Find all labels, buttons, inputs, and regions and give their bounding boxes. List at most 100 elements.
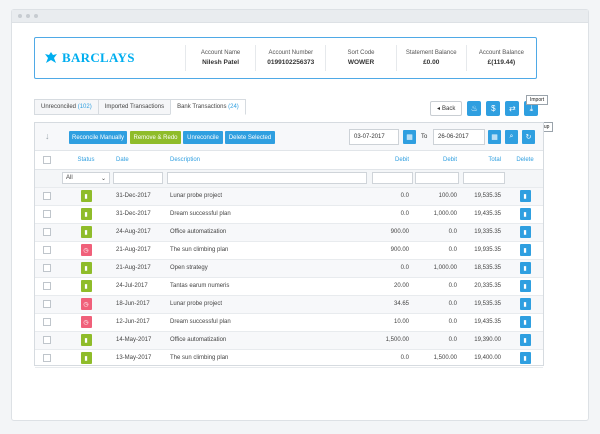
row-total: 18,535.35 [463,259,507,278]
row-delete-cell: ▮ [507,331,543,350]
clock-icon[interactable]: ◷ [80,316,92,328]
chevron-left-icon: ◂ [437,106,441,112]
table-row[interactable]: ▮ 24-Jul-2017 Tantas earum numeris 20.00 0.0… [35,277,543,296]
row-debit-1: 0.0 [372,349,415,368]
col-date[interactable]: Date [113,151,167,170]
tab-label: Unreconciled [41,104,77,110]
row-debit-2: 1,000.00 [415,259,463,278]
row-delete-cell: ▮ [507,259,543,278]
back-label: Back [442,105,456,112]
table-row[interactable]: ▮ 24-Aug-2017 Office automatization 900.00 0… [35,223,543,242]
remove-redo-button[interactable]: Remove & Redo [130,131,181,144]
trash-icon[interactable]: ▮ [519,226,531,238]
trash-icon[interactable]: ▮ [519,352,531,364]
money-bag-button[interactable]: $ [486,101,501,116]
trash-icon[interactable]: ▮ [519,262,531,274]
document-icon[interactable]: ▮ [80,262,92,274]
row-status-cell: ▮ [59,223,113,242]
row-total: 20,335.35 [463,277,507,296]
search-button[interactable]: ⌕ [505,130,518,144]
trash-icon[interactable]: ▮ [519,298,531,310]
row-date: 24-Jul-2017 [113,277,167,296]
table-row[interactable]: ◷ 12-Jun-2017 Dream successful plan 10.00 0.… [35,313,543,332]
table-row[interactable]: ▮ 31-Dec-2017 Dream successful plan 0.0 1,00… [35,205,543,224]
date-from-input[interactable]: 03-07-2017 [349,129,399,145]
document-icon[interactable]: ▮ [80,208,92,220]
document-icon[interactable]: ▮ [80,190,92,202]
col-debit-2[interactable]: Debit [415,151,463,170]
table-row[interactable]: ▮ 13-May-2017 The sun climbing plan 0.0 1,50… [35,349,543,368]
document-icon[interactable]: ▮ [80,352,92,364]
document-icon[interactable]: ▮ [80,334,92,346]
table-row[interactable]: ▮ 31-Dec-2017 Lunar probe project 0.0 100.00… [35,187,543,206]
document-icon[interactable]: ▮ [80,280,92,292]
col-description[interactable]: Description [167,151,372,170]
window-dot [18,14,22,18]
back-button[interactable]: ◂ Back [430,101,463,116]
row-checkbox[interactable] [43,210,51,218]
col-status[interactable]: Status [59,151,113,170]
date-filter-input[interactable] [113,172,163,184]
eagle-icon [45,52,57,63]
trash-icon[interactable]: ▮ [519,334,531,346]
row-select-cell [35,259,59,278]
reconcile-manually-button[interactable]: Reconcile Manually [69,131,127,144]
row-debit-2: 0.0 [415,313,463,332]
debit2-filter-input[interactable] [415,172,459,184]
trash-icon[interactable]: ▮ [519,244,531,256]
unreconcile-button[interactable]: Unreconcile [183,131,223,144]
col-total[interactable]: Total [463,151,507,170]
row-checkbox[interactable] [43,354,51,362]
row-checkbox[interactable] [43,192,51,200]
tab-unreconciled[interactable]: Unreconciled (102) [34,99,99,115]
trash-icon[interactable]: ▮ [519,280,531,292]
window-dot [26,14,30,18]
row-description: Tantas earum numeris [167,277,372,296]
calendar-from-button[interactable]: ▦ [403,130,416,144]
table-row[interactable]: ▮ 21-Aug-2017 Open strategy 0.0 1,000.00 18,5… [35,259,543,278]
swap-arrows-icon: ⇄ [509,104,516,113]
table-row[interactable]: ◷ 21-Aug-2017 The sun climbing plan 900.00 0… [35,241,543,260]
to-label: To [421,134,428,140]
refresh-icon: ↻ [525,134,532,141]
row-select-cell [35,349,59,368]
select-all-checkbox[interactable] [43,155,51,164]
delete-selected-button[interactable]: Delete Selected [225,131,275,144]
row-select-cell [35,277,59,296]
row-checkbox[interactable] [43,300,51,308]
debit1-filter-input[interactable] [372,172,413,184]
clock-icon[interactable]: ◷ [80,298,92,310]
document-icon[interactable]: ▮ [80,226,92,238]
row-checkbox[interactable] [43,282,51,290]
account-balance-cell: Account Balance £(119.44) [465,45,536,71]
tab-count: (102) [77,104,92,110]
trash-icon[interactable]: ▮ [519,190,531,202]
tab-bank-transactions[interactable]: Bank Transactions (24) [170,99,246,115]
table-row[interactable]: ▮ 14-May-2017 Office automatization 1,500.0… [35,331,543,350]
row-checkbox[interactable] [43,336,51,344]
row-delete-cell: ▮ [507,277,543,296]
col-debit-1[interactable]: Debit [372,151,415,170]
row-description: The sun climbing plan [167,349,372,368]
row-delete-cell: ▮ [507,205,543,224]
row-checkbox[interactable] [43,318,51,326]
trash-icon[interactable]: ▮ [519,208,531,220]
window-dot [34,14,38,18]
table-row[interactable]: ◷ 18-Jun-2017 Lunar probe project 34.65 0.0 1… [35,295,543,314]
row-checkbox[interactable] [43,264,51,272]
calendar-icon: ▦ [491,134,498,141]
status-filter-select[interactable]: All ⌄ [62,172,110,184]
trash-icon[interactable]: ▮ [519,316,531,328]
row-checkbox[interactable] [43,228,51,236]
row-checkbox[interactable] [43,246,51,254]
fire-icon-button[interactable]: ♨ [467,101,482,116]
description-filter-input[interactable] [167,172,367,184]
calendar-to-button[interactable]: ▦ [488,130,501,144]
total-filter-input[interactable] [463,172,505,184]
clock-icon[interactable]: ◷ [80,244,92,256]
refresh-button[interactable]: ↻ [522,130,535,144]
tab-imported-transactions[interactable]: Imported Transactions [97,99,172,115]
transfer-button[interactable]: ⇄ [505,101,520,116]
field-label: Account Balance [478,50,524,56]
date-to-input[interactable]: 26-06-2017 [433,129,485,145]
